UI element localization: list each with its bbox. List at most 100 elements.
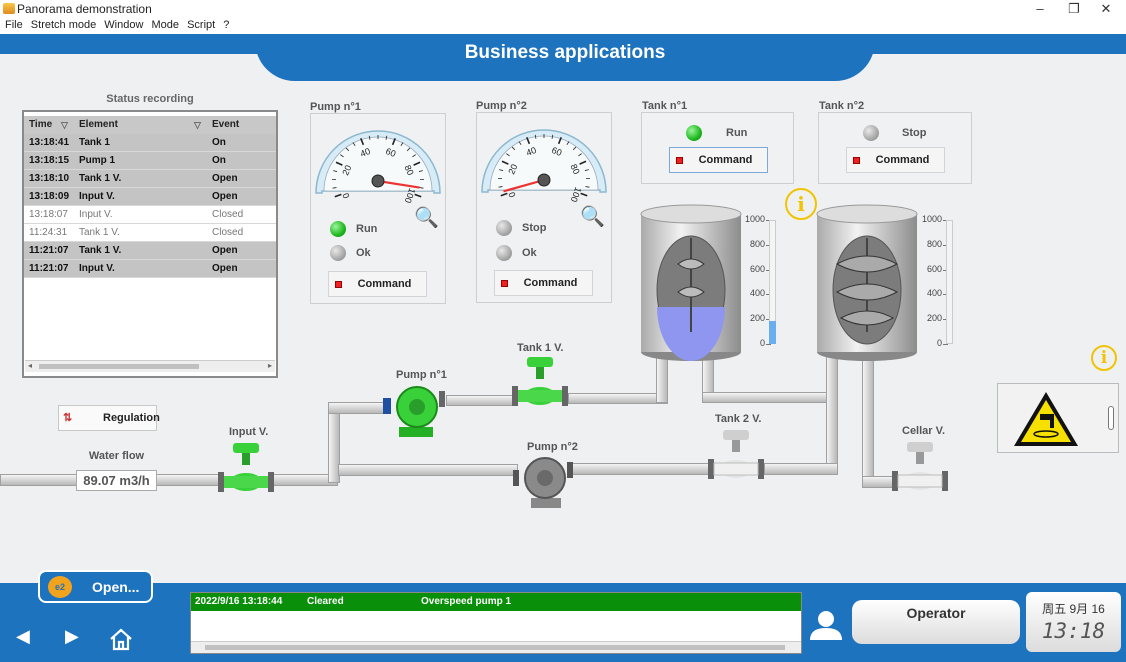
tank1-state-label: Run [726, 127, 748, 139]
menu-bar: File Stretch mode Window Mode Script ? [0, 18, 1126, 34]
pump1-run-lamp [330, 221, 346, 237]
filter-icon[interactable]: ▽ [61, 116, 68, 134]
alarm-row[interactable]: 2022/9/16 13:18:44 Cleared Overspeed pum… [191, 593, 801, 611]
pipe [338, 464, 518, 476]
clock-widget: 周五 9月 16 13:18 [1026, 592, 1121, 652]
tank1-vessel[interactable] [638, 202, 746, 364]
e2-logo-icon: e2 [48, 576, 72, 598]
tank2-vessel[interactable] [815, 202, 921, 364]
table-row[interactable]: 11:21:07 Input V. Open [24, 260, 276, 278]
alarm-list[interactable]: 2022/9/16 13:18:44 Cleared Overspeed pum… [190, 592, 802, 654]
scrollbar-thumb[interactable] [205, 645, 785, 650]
operator-button[interactable]: Operator [852, 600, 1020, 644]
tank1-valve[interactable] [510, 357, 572, 409]
table-row[interactable]: 13:18:07 Input V. Closed [24, 206, 276, 224]
tank1-command-button[interactable]: Command [669, 147, 768, 173]
tank2-valve[interactable] [706, 430, 768, 482]
user-icon[interactable] [808, 610, 844, 640]
info-icon[interactable]: i [1091, 345, 1117, 371]
tank1-title: Tank n°1 [642, 100, 688, 112]
forward-arrow-icon[interactable]: ▶ [65, 626, 79, 647]
pipe [328, 402, 388, 414]
table-row[interactable]: 11:21:07 Tank 1 V. Open [24, 242, 276, 260]
pump2-label: Pump n°2 [527, 441, 578, 453]
tank2-command-button[interactable]: Command [846, 147, 945, 173]
pump1-state-label: Run [356, 223, 378, 235]
menu-mode[interactable]: Mode [151, 18, 179, 33]
zoom-icon[interactable]: 🔍 [414, 205, 439, 230]
column-event[interactable]: Event [212, 116, 239, 134]
table-row[interactable]: 13:18:10 Tank 1 V. Open [24, 170, 276, 188]
pump2-command-button[interactable]: Command [494, 270, 593, 296]
status-recording-table[interactable]: Time ▽ Element ▽ Event 13:18:41 Tank 1 On 1… [22, 110, 278, 378]
pump1-gauge: 02040 6080100 [315, 130, 441, 204]
column-element[interactable]: Element [79, 116, 118, 134]
table-row[interactable]: 13:18:09 Input V. Open [24, 188, 276, 206]
cell-element: Input V. [79, 209, 113, 220]
open-button[interactable]: e2 Open... [38, 570, 153, 603]
home-icon[interactable] [108, 627, 134, 651]
scroll-left-icon[interactable]: ◂ [28, 361, 32, 370]
tank1-run-lamp [686, 125, 702, 141]
pump2-ok-lamp [496, 245, 512, 261]
column-time[interactable]: Time [29, 116, 52, 134]
input-valve-label: Input V. [229, 426, 269, 438]
cell-event: Open [212, 245, 238, 256]
table-row[interactable]: 13:18:15 Pump 1 On [24, 152, 276, 170]
pump1-graphic[interactable] [383, 383, 447, 439]
open-label: Open... [92, 579, 140, 595]
pump2-title: Pump n°2 [476, 100, 527, 112]
scale-label: 800 [926, 238, 942, 249]
back-arrow-icon[interactable]: ◀ [16, 626, 30, 647]
scrollbar-thumb[interactable] [39, 364, 199, 369]
menu-help[interactable]: ? [223, 18, 229, 33]
input-valve[interactable] [216, 443, 278, 495]
filter-icon[interactable]: ▽ [194, 116, 201, 134]
cell-element: Tank 1 V. [79, 245, 122, 256]
pipe [862, 355, 874, 483]
menu-window[interactable]: Window [104, 18, 143, 33]
menu-script[interactable]: Script [187, 18, 215, 33]
pump2-graphic[interactable] [513, 452, 573, 510]
zoom-icon[interactable]: 🔍 [580, 204, 605, 229]
info-icon[interactable]: i [785, 188, 817, 220]
command-label: Command [523, 277, 578, 289]
regulation-button[interactable]: ⇅ Regulation [58, 405, 160, 431]
page-title: Business applications [464, 42, 666, 63]
scale-label: 400 [926, 288, 942, 299]
scroll-right-icon[interactable]: ▸ [268, 361, 272, 370]
horizontal-scrollbar[interactable]: ◂ ▸ [25, 360, 275, 372]
scale-label: 600 [749, 263, 765, 274]
tank1-valve-label: Tank 1 V. [517, 342, 564, 354]
tank2-stop-lamp [863, 125, 879, 141]
pump1-ok-lamp [330, 245, 346, 261]
warning-toggle[interactable] [1108, 406, 1114, 430]
water-flow-label: Water flow [88, 450, 145, 462]
cell-element: Input V. [79, 191, 115, 202]
title-bar: Panorama demonstration – ❐ ✕ [0, 0, 1126, 18]
menu-stretch-mode[interactable]: Stretch mode [31, 18, 96, 33]
scale-label: 800 [749, 238, 765, 249]
minimize-button[interactable]: – [1023, 0, 1057, 18]
cellar-valve[interactable] [890, 442, 952, 494]
scale-label: 0 [936, 338, 942, 348]
restore-button[interactable]: ❐ [1057, 0, 1091, 18]
cell-time: 13:18:15 [29, 155, 70, 166]
tank2-title: Tank n°2 [819, 100, 865, 112]
close-button[interactable]: ✕ [1089, 0, 1123, 18]
level-bar [769, 321, 776, 344]
pump2-stop-lamp [496, 220, 512, 236]
warning-panel[interactable] [997, 383, 1119, 453]
pump1-command-button[interactable]: Command [328, 271, 427, 297]
table-row[interactable]: 11:24:31 Tank 1 V. Closed [24, 224, 276, 242]
pipe [826, 355, 838, 475]
menu-file[interactable]: File [5, 18, 23, 33]
alarm-datetime: 2022/9/16 13:18:44 [195, 596, 283, 607]
table-row[interactable]: 13:18:41 Tank 1 On [24, 134, 276, 152]
alarm-scrollbar[interactable] [191, 641, 801, 653]
cell-event: Closed [212, 209, 244, 220]
scale-tick [766, 344, 771, 345]
cell-time: 13:18:09 [29, 191, 70, 202]
cell-event: On [212, 155, 226, 166]
cell-event: Open [212, 173, 238, 184]
